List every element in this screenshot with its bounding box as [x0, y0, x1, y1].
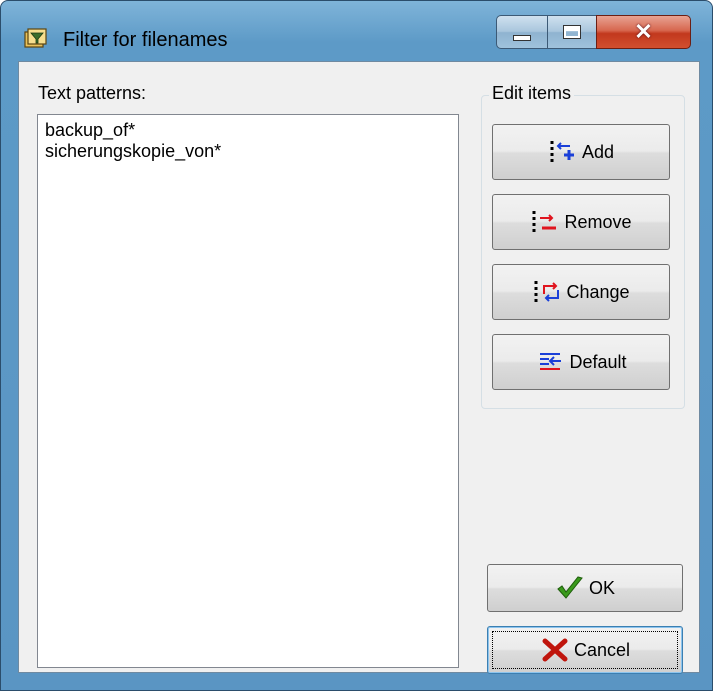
dialog-window: Filter for filenames ✕ Text patterns: ba…: [0, 0, 713, 691]
list-item[interactable]: backup_of*: [45, 120, 451, 141]
text-patterns-list[interactable]: backup_of* sicherungskopie_von*: [37, 114, 459, 668]
cancel-button[interactable]: Cancel: [487, 626, 683, 674]
list-item[interactable]: sicherungskopie_von*: [45, 141, 451, 162]
add-button[interactable]: Add: [492, 124, 670, 180]
dialog-client-area: Text patterns: backup_of* sicherungskopi…: [18, 61, 700, 674]
filter-app-icon: [24, 28, 47, 48]
default-button[interactable]: Default: [492, 334, 670, 390]
edit-items-title: Edit items: [489, 83, 575, 104]
window-title: Filter for filenames: [63, 29, 228, 51]
minimize-icon: [513, 35, 531, 41]
maximize-icon: [563, 25, 581, 39]
remove-button-label: Remove: [564, 211, 632, 232]
close-icon: ✕: [634, 19, 653, 44]
remove-button[interactable]: Remove: [492, 194, 670, 250]
add-button-label: Add: [581, 141, 615, 162]
change-button[interactable]: Change: [492, 264, 670, 320]
default-icon: [540, 353, 562, 370]
checkmark-icon: [557, 576, 583, 599]
ok-button-label: OK: [588, 577, 615, 598]
title-bar[interactable]: Filter for filenames ✕: [1, 1, 712, 57]
default-button-label: Default: [569, 351, 627, 372]
remove-icon: [532, 211, 557, 233]
minimize-button[interactable]: [496, 15, 548, 49]
ok-button[interactable]: OK: [487, 564, 683, 612]
change-icon: [534, 281, 560, 303]
change-button-label: Change: [566, 281, 630, 302]
close-button[interactable]: ✕: [596, 15, 691, 49]
text-patterns-label: Text patterns:: [38, 83, 147, 103]
add-icon: [550, 141, 574, 163]
focus-rectangle: [492, 631, 678, 669]
maximize-button[interactable]: [547, 15, 597, 49]
